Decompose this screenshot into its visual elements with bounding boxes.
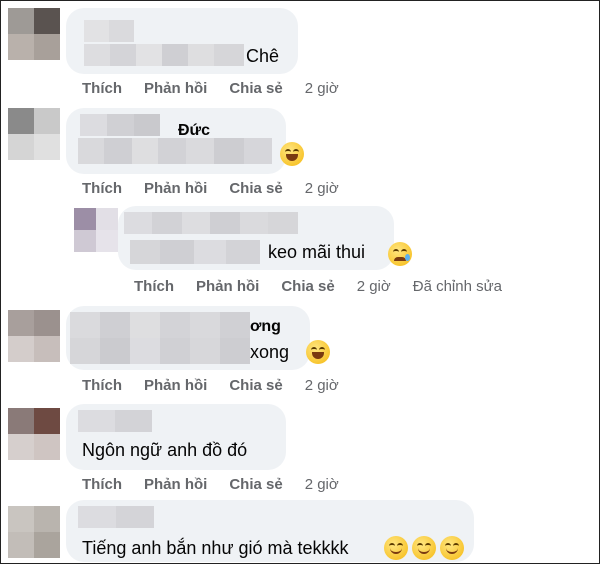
comment-bubble: ơng xong (66, 306, 310, 370)
avatar[interactable] (8, 310, 60, 362)
avatar[interactable] (8, 506, 60, 558)
comment-bubble: Chê (66, 8, 298, 74)
comment-text: Ngôn ngữ anh đồ đó (82, 440, 248, 460)
comment-text: keo mãi thui (268, 242, 366, 262)
comment-bubble: keo mãi thui (118, 206, 394, 270)
share-button[interactable]: Chia sẻ (229, 476, 282, 493)
reply-button[interactable]: Phản hồi (196, 278, 259, 295)
sad-emoji-icon (388, 242, 412, 266)
blurred-name (78, 410, 152, 432)
share-button[interactable]: Chia sẻ (229, 377, 282, 394)
blurred-text (84, 44, 244, 66)
blurred-name (124, 212, 298, 234)
blurred-name (78, 506, 154, 528)
timestamp[interactable]: 2 giờ (305, 180, 339, 197)
reply-button[interactable]: Phản hồi (144, 476, 207, 493)
laughing-emoji-icon (306, 340, 330, 364)
comment-bubble: Đức (66, 108, 286, 174)
like-button[interactable]: Thích (82, 180, 122, 197)
blurred-name (84, 20, 134, 42)
reply-button[interactable]: Phản hồi (144, 80, 207, 97)
comment-text: Tiếng anh bắn như gió mà tekkkk (82, 538, 349, 558)
comment-text: xong (250, 342, 290, 362)
blurred-text (130, 240, 260, 264)
timestamp[interactable]: 2 giờ (305, 377, 339, 394)
avatar[interactable] (8, 108, 60, 160)
blurred-name (80, 114, 160, 136)
comment-actions: Thích Phản hồi Chia sẻ 2 giờ (82, 180, 339, 197)
laughing-emoji-icon (280, 142, 304, 166)
content-emoji-icon (412, 536, 436, 560)
emoji-group (384, 536, 464, 560)
comment-actions: Thích Phản hồi Chia sẻ 2 giờ (82, 476, 339, 493)
share-button[interactable]: Chia sẻ (229, 80, 282, 97)
like-button[interactable]: Thích (82, 377, 122, 394)
content-emoji-icon (384, 536, 408, 560)
reply-button[interactable]: Phản hồi (144, 180, 207, 197)
blurred-text (78, 138, 272, 164)
commenter-name[interactable]: ơng (250, 318, 281, 336)
reply-button[interactable]: Phản hồi (144, 377, 207, 394)
timestamp[interactable]: 2 giờ (305, 80, 339, 97)
comment-actions: Thích Phản hồi Chia sẻ 2 giờ Đã chỉnh sử… (134, 278, 502, 295)
share-button[interactable]: Chia sẻ (229, 180, 282, 197)
comment-bubble: Tiếng anh bắn như gió mà tekkkk (66, 500, 474, 562)
content-emoji-icon (440, 536, 464, 560)
avatar[interactable] (8, 408, 60, 460)
blurred-name (70, 312, 250, 364)
avatar[interactable] (74, 208, 118, 252)
comment-actions: Thích Phản hồi Chia sẻ 2 giờ (82, 377, 339, 394)
timestamp[interactable]: 2 giờ (305, 476, 339, 493)
comment-bubble: Ngôn ngữ anh đồ đó (66, 404, 286, 470)
share-button[interactable]: Chia sẻ (281, 278, 334, 295)
like-button[interactable]: Thích (82, 80, 122, 97)
like-button[interactable]: Thích (82, 476, 122, 493)
comment-actions: Thích Phản hồi Chia sẻ 2 giờ (82, 80, 339, 97)
edited-label[interactable]: Đã chỉnh sửa (413, 278, 502, 295)
avatar[interactable] (8, 8, 60, 60)
timestamp[interactable]: 2 giờ (357, 278, 391, 295)
like-button[interactable]: Thích (134, 278, 174, 295)
comment-text: Chê (246, 46, 280, 66)
